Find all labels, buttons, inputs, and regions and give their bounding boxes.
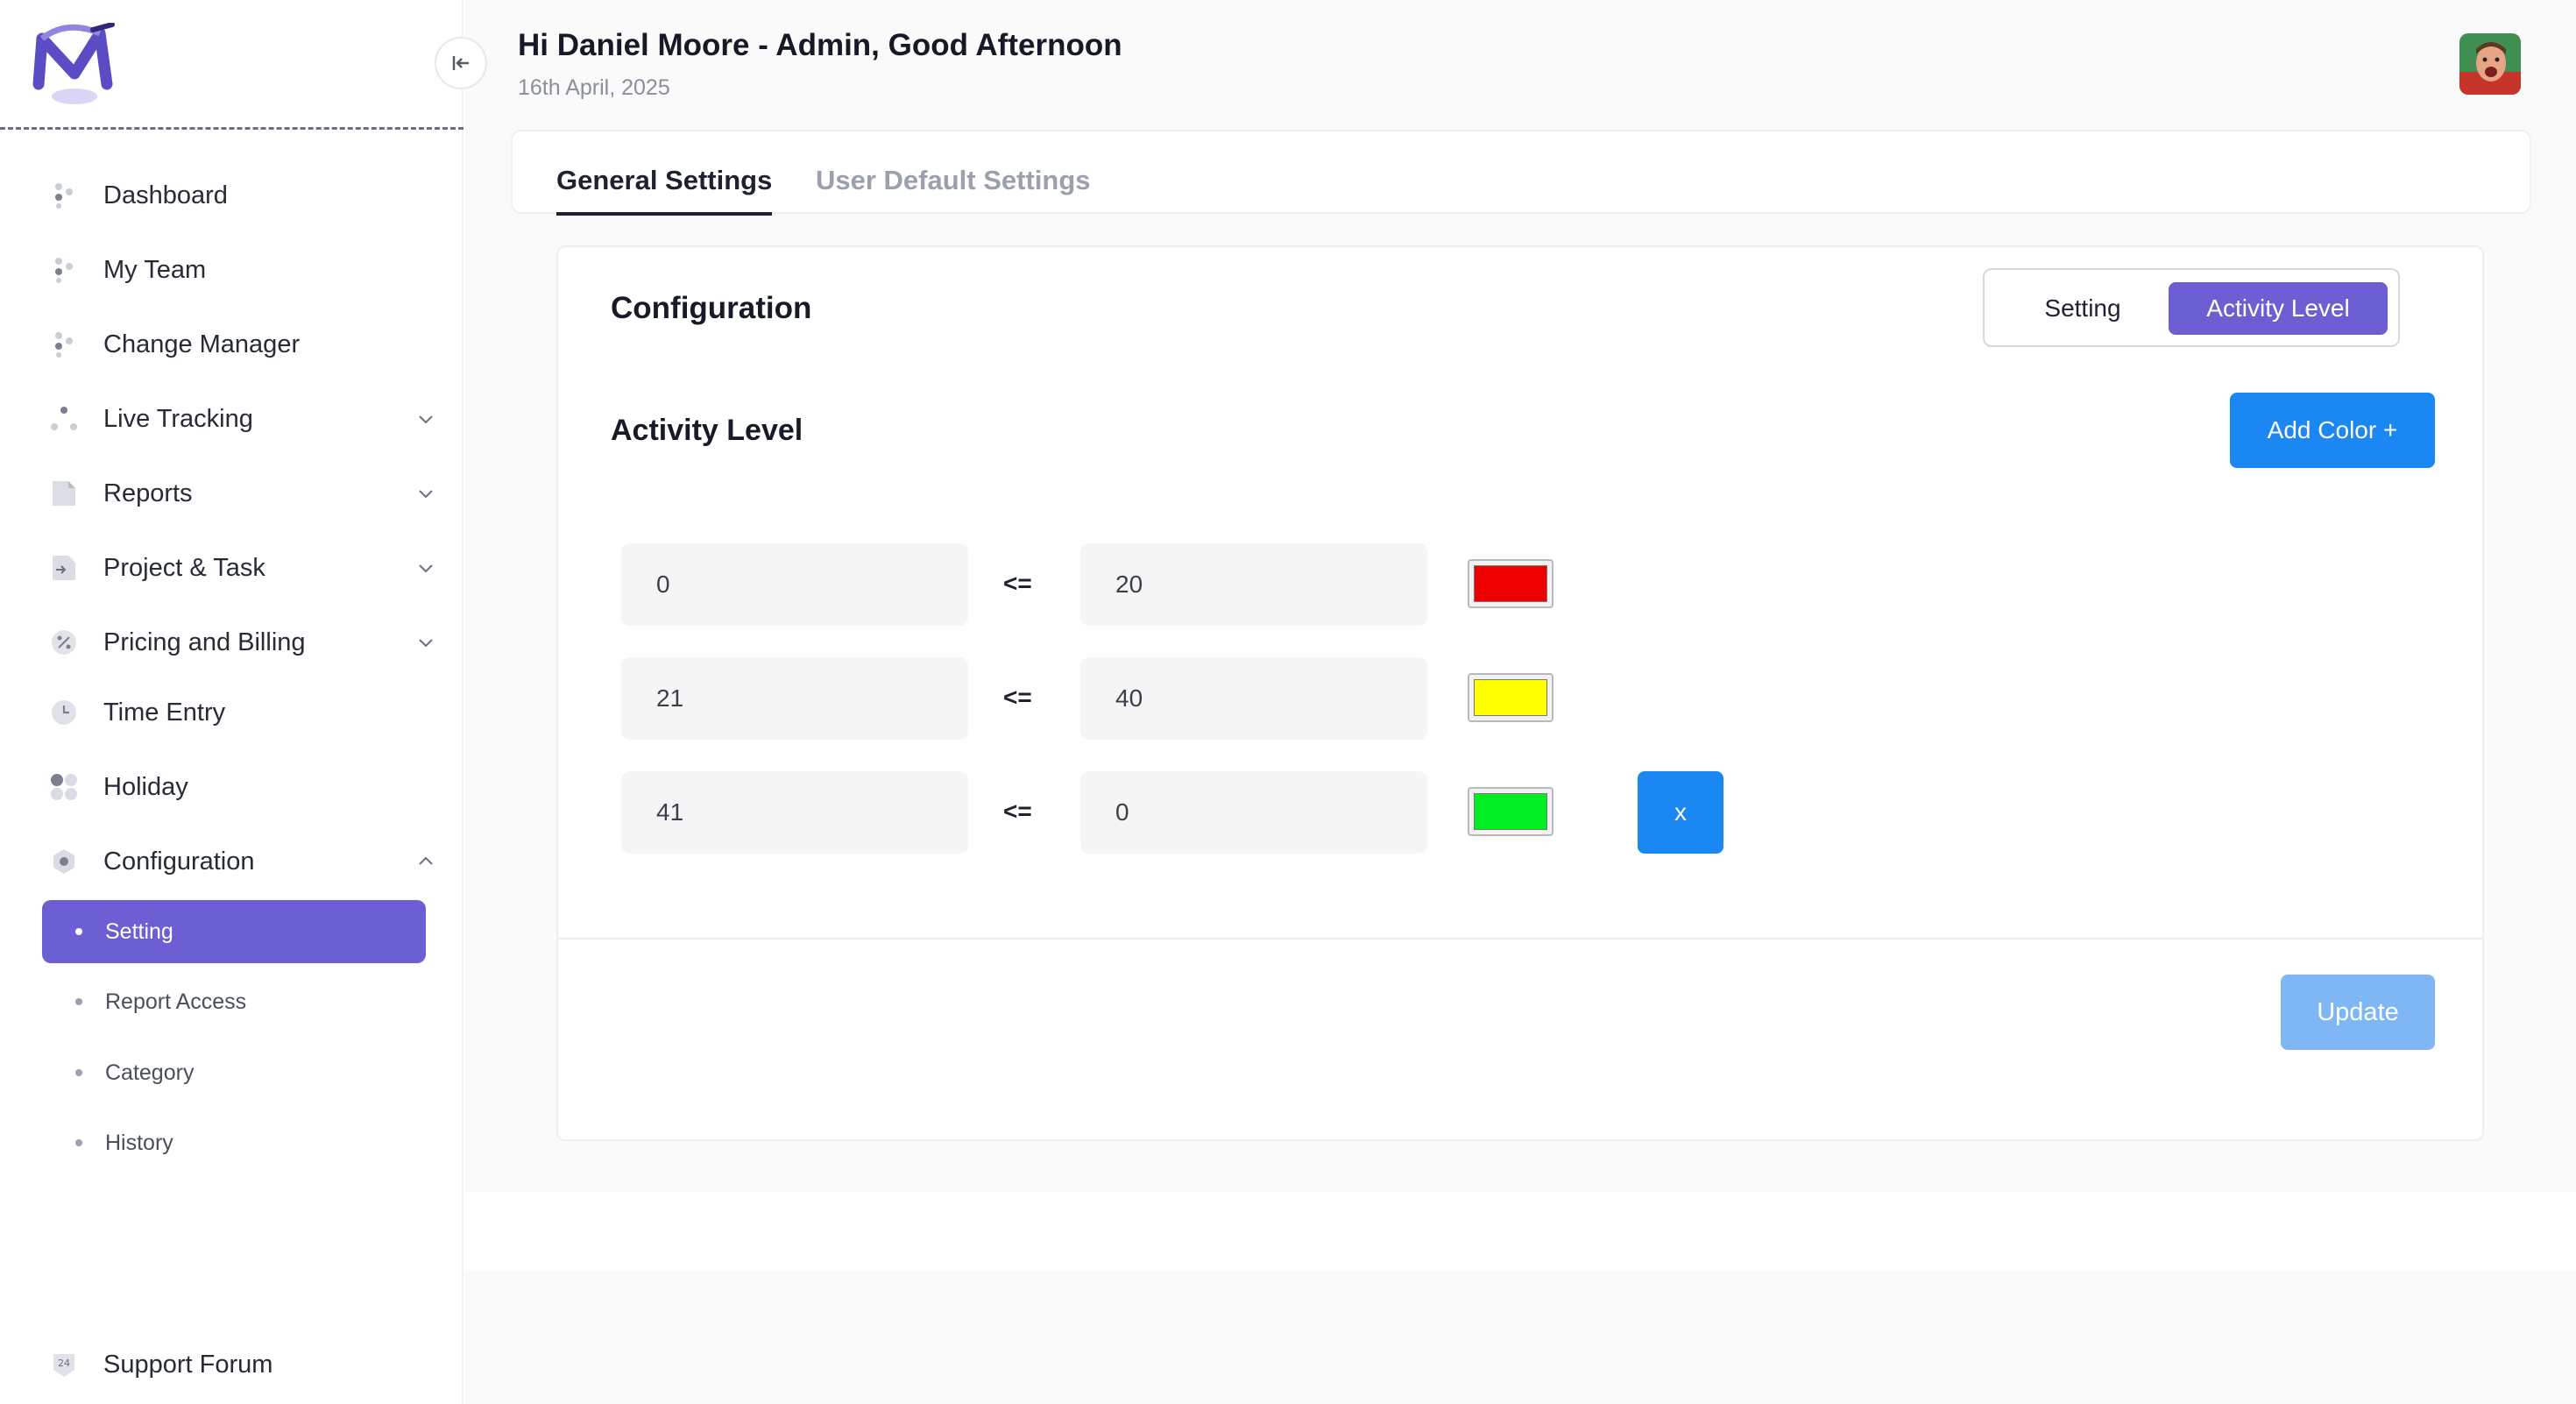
less-equal-operator: <=: [1003, 684, 1032, 711]
sidebar-item-label: Support Forum: [103, 1350, 273, 1379]
avatar[interactable]: [2459, 33, 2521, 95]
update-button[interactable]: Update: [2281, 975, 2435, 1050]
sidebar-item-label: Configuration: [103, 847, 255, 876]
card-divider: [558, 938, 2482, 940]
add-color-button[interactable]: Add Color +: [2230, 393, 2435, 468]
sidebar-item-label: Holiday: [103, 772, 188, 801]
sidebar-item-label: Time Entry: [103, 698, 226, 727]
chevron-down-icon: [419, 564, 433, 573]
activity-level-toggle-button[interactable]: Activity Level: [2169, 282, 2388, 335]
sidebar-item-my-team[interactable]: My Team: [42, 239, 436, 301]
sidebar-item-dashboard[interactable]: Dashboard: [42, 165, 436, 226]
sidebar-subitem-label: History: [105, 1130, 173, 1155]
sidebar-item-label: Project & Task: [103, 553, 265, 582]
sidebar-item-label: Reports: [103, 479, 193, 507]
configuration-icon: [49, 847, 79, 876]
remove-level-button[interactable]: x: [1638, 771, 1723, 854]
activity-level-row: 0 <= 20: [621, 543, 1708, 626]
sidebar-subitem-label: Category: [105, 1060, 195, 1085]
sidebar-item-support-forum[interactable]: 24 Support Forum: [42, 1334, 272, 1395]
color-picker[interactable]: [1468, 787, 1553, 836]
sidebar-subitem-label: Setting: [105, 918, 173, 944]
main-content: Hi Daniel Moore - Admin, Good Afternoon …: [465, 0, 2576, 1192]
sidebar-subitem-report-access[interactable]: Report Access: [42, 970, 426, 1033]
settings-tabs: General Settings User Default Settings: [511, 130, 2531, 216]
sidebar-item-label: Change Manager: [103, 330, 301, 358]
configuration-card: Configuration Setting Activity Level Act…: [556, 245, 2484, 1141]
reports-icon: [49, 479, 79, 508]
app-logo[interactable]: [32, 23, 117, 107]
activity-level-row: 21 <= 40: [621, 657, 1708, 740]
sidebar-item-label: Dashboard: [103, 181, 228, 209]
support-24-icon: 24: [49, 1350, 79, 1379]
sidebar-item-holiday[interactable]: Holiday: [42, 756, 436, 818]
sidebar: Dashboard My Team Change Manager Live Tr…: [0, 0, 487, 1404]
sidebar-item-pricing-billing[interactable]: Pricing and Billing: [42, 612, 436, 673]
chevron-down-icon: [419, 490, 433, 499]
support-badge: 24: [58, 1358, 70, 1369]
color-picker[interactable]: [1468, 673, 1553, 722]
level-from-input[interactable]: 41: [621, 771, 968, 854]
color-picker[interactable]: [1468, 559, 1553, 608]
configuration-mode-toggle: Setting Activity Level: [1983, 268, 2400, 347]
configuration-title: Configuration: [611, 291, 812, 325]
less-equal-operator: <=: [1003, 798, 1032, 825]
sidebar-subitem-history[interactable]: History: [42, 1111, 426, 1174]
project-icon: [49, 553, 79, 583]
tracking-icon: [49, 404, 79, 434]
sidebar-subitem-category[interactable]: Category: [42, 1041, 426, 1104]
color-swatch: [1474, 565, 1547, 602]
sidebar-item-label: My Team: [103, 255, 207, 284]
clock-icon: [49, 698, 79, 727]
bullet-icon: [75, 928, 82, 935]
chevron-down-icon: [419, 415, 433, 424]
setting-toggle-button[interactable]: Setting: [1997, 282, 2169, 335]
level-to-input[interactable]: 40: [1080, 657, 1427, 740]
logo-area: [0, 0, 464, 130]
chevron-down-icon: [419, 639, 433, 648]
color-swatch: [1474, 793, 1547, 830]
tab-general-settings[interactable]: General Settings: [556, 165, 773, 216]
activity-level-row: 41 <= 0 x: [621, 771, 1723, 854]
less-equal-operator: <=: [1003, 570, 1032, 597]
main-footer-area: [465, 1271, 2576, 1404]
sidebar-item-configuration[interactable]: Configuration: [42, 831, 436, 892]
level-from-input[interactable]: 0: [621, 543, 968, 626]
sidebar-item-change-manager[interactable]: Change Manager: [42, 314, 436, 375]
tab-user-default-settings[interactable]: User Default Settings: [816, 165, 1091, 212]
pricing-icon: [49, 628, 79, 657]
bullet-icon: [75, 998, 82, 1005]
sidebar-item-project-task[interactable]: Project & Task: [42, 537, 436, 599]
page-greeting: Hi Daniel Moore - Admin, Good Afternoon: [518, 28, 1122, 62]
dashboard-icon: [49, 181, 79, 210]
collapse-sidebar-button[interactable]: [435, 37, 487, 89]
holiday-icon: [49, 772, 79, 802]
sidebar-item-label: Live Tracking: [103, 404, 253, 433]
user-avatar-image: [2459, 33, 2521, 95]
main-footer-band: [465, 1192, 2576, 1271]
level-from-input[interactable]: 21: [621, 657, 968, 740]
collapse-arrow-icon: [452, 56, 469, 70]
bullet-icon: [75, 1139, 82, 1146]
current-date: 16th April, 2025: [518, 75, 670, 100]
sidebar-item-reports[interactable]: Reports: [42, 463, 436, 524]
level-to-input[interactable]: 20: [1080, 543, 1427, 626]
sidebar-item-label: Pricing and Billing: [103, 628, 306, 656]
level-to-input[interactable]: 0: [1080, 771, 1427, 854]
sidebar-item-live-tracking[interactable]: Live Tracking: [42, 388, 436, 450]
change-manager-icon: [49, 330, 79, 359]
bullet-icon: [75, 1069, 82, 1076]
activity-level-heading: Activity Level: [611, 414, 803, 447]
chevron-up-icon: [419, 856, 433, 865]
sidebar-subitem-setting[interactable]: Setting: [42, 900, 426, 963]
team-icon: [49, 255, 79, 285]
sidebar-item-time-entry[interactable]: Time Entry: [42, 682, 436, 743]
color-swatch: [1474, 679, 1547, 716]
sidebar-subitem-label: Report Access: [105, 989, 247, 1014]
